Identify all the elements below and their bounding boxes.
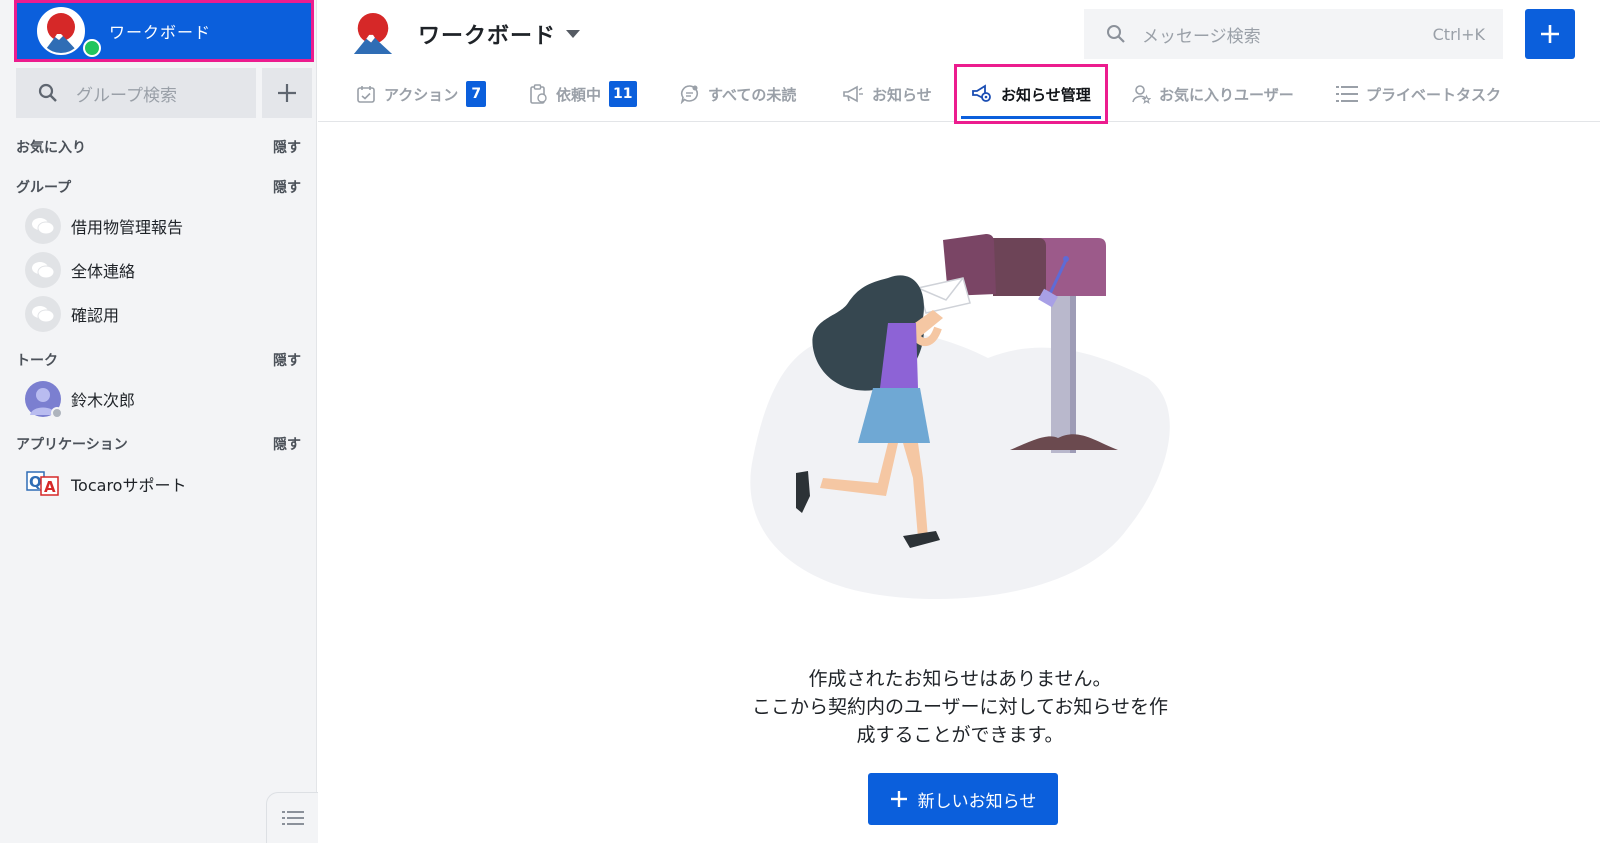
- tab-label: お知らせ管理: [1001, 85, 1091, 104]
- chevron-down-icon: [566, 30, 581, 38]
- user-star-icon: [1132, 85, 1151, 104]
- tab-label: アクション: [384, 85, 459, 104]
- qa-icon: Q A: [26, 471, 59, 496]
- create-new-button[interactable]: [1525, 9, 1575, 59]
- tab-label: プライベートタスク: [1366, 85, 1502, 104]
- chat-bubbles-icon: [32, 218, 55, 235]
- tab-label: お知らせ: [872, 85, 932, 104]
- tab-requesting[interactable]: 依頼中 11: [528, 66, 637, 122]
- empty-state-line: 作成されたお知らせはありません。: [808, 668, 1112, 690]
- talk-section-title: トーク: [16, 353, 58, 369]
- workspace-name: ワークボード: [109, 23, 212, 42]
- tab-announcements[interactable]: お知らせ: [842, 66, 932, 122]
- empty-mailbox-illustration: [750, 234, 1170, 600]
- tab-label: お気に入りユーザー: [1159, 85, 1294, 104]
- groups-hide-link[interactable]: 隠す: [273, 177, 301, 197]
- sidebar-item-label: Tocaroサポート: [71, 476, 187, 495]
- group-search-input[interactable]: グループ検索: [16, 68, 256, 118]
- sidebar-item-group[interactable]: 借用物管理報告: [25, 207, 305, 245]
- megaphone-icon: [843, 85, 863, 103]
- sidebar-list-toggle-button[interactable]: [266, 792, 318, 843]
- svg-text:A: A: [44, 478, 56, 496]
- sidebar-item-label: 借用物管理報告: [71, 218, 184, 237]
- mount-fuji-logo-icon: [43, 13, 79, 53]
- tab-count-badge: 11: [609, 81, 637, 107]
- active-tab-indicator: [961, 116, 1101, 119]
- new-announcement-button[interactable]: 新しいお知らせ: [868, 773, 1058, 825]
- group-avatar: [25, 296, 61, 332]
- message-search-placeholder: メッセージ検索: [1142, 26, 1261, 47]
- svg-text:Q: Q: [29, 473, 42, 491]
- tab-all-unread[interactable]: すべての未読: [680, 66, 796, 122]
- search-shortcut-hint: Ctrl+K: [1432, 24, 1485, 44]
- workspace-switcher[interactable]: ワークボード: [14, 0, 314, 62]
- tab-actions[interactable]: アクション 7: [356, 66, 487, 122]
- tab-count-badge: 7: [466, 81, 487, 107]
- groups-section-title: グループ: [16, 180, 72, 196]
- talk-section-header: トーク 隠す: [16, 350, 301, 370]
- megaphone-gear-icon: [972, 84, 991, 102]
- online-status-dot: [83, 39, 101, 57]
- tab-bar: アクション 7 依頼中 11 すべての未読 お知らせ お知らせ管理 お気に入りユ…: [318, 64, 1600, 124]
- plus-icon: [278, 84, 296, 102]
- group-search-row: グループ検索: [16, 68, 312, 118]
- empty-state-line: 成することができます。: [856, 724, 1064, 746]
- favorites-section-header: お気に入り 隠す: [16, 137, 301, 157]
- chat-bubbles-icon: [32, 306, 55, 323]
- tab-private-tasks[interactable]: プライベートタスク: [1336, 66, 1501, 122]
- message-search-input[interactable]: メッセージ検索 Ctrl+K: [1084, 9, 1503, 59]
- empty-state-line: ここから契約内のユーザーに対してお知らせを作: [751, 696, 1169, 718]
- sidebar-item-label: 鈴木次郎: [71, 391, 136, 410]
- chat-bubble-icon: [680, 85, 699, 104]
- sidebar-item-group[interactable]: 確認用: [25, 295, 305, 333]
- calendar-check-icon: [357, 86, 375, 103]
- sidebar-item-group[interactable]: 全体連絡: [25, 251, 305, 289]
- group-avatar: [25, 252, 61, 288]
- groups-section-header: グループ 隠す: [16, 177, 301, 197]
- favorites-hide-link[interactable]: 隠す: [273, 137, 301, 157]
- add-group-button[interactable]: [262, 68, 312, 118]
- apps-hide-link[interactable]: 隠す: [273, 434, 301, 454]
- apps-section-title: アプリケーション: [16, 437, 128, 453]
- group-search-placeholder: グループ検索: [76, 85, 177, 106]
- sidebar-item-app[interactable]: Q A Tocaroサポート: [25, 465, 305, 503]
- list-icon: [281, 811, 304, 825]
- search-icon: [38, 83, 57, 102]
- mount-fuji-logo-icon: [353, 12, 393, 54]
- sidebar-item-label: 確認用: [71, 306, 120, 325]
- apps-section-header: アプリケーション 隠す: [16, 434, 301, 454]
- sidebar-item-label: 全体連絡: [71, 262, 136, 281]
- clipboard-icon: [530, 84, 547, 104]
- plus-icon: [1541, 25, 1559, 43]
- group-avatar: [25, 208, 61, 244]
- board-title-dropdown[interactable]: ワークボード: [418, 18, 581, 50]
- user-avatar: [25, 381, 63, 419]
- tab-label: 依頼中: [556, 85, 602, 104]
- board-title: ワークボード: [418, 24, 557, 49]
- new-announcement-label: 新しいお知らせ: [917, 791, 1037, 812]
- sidebar-item-user[interactable]: 鈴木次郎: [25, 380, 305, 419]
- talk-hide-link[interactable]: 隠す: [273, 350, 301, 370]
- search-icon: [1107, 25, 1125, 43]
- plus-icon: [890, 791, 907, 807]
- offline-status-dot: [51, 407, 63, 419]
- tab-label: すべての未読: [708, 85, 797, 104]
- workspace-avatar: [37, 7, 85, 55]
- list-icon: [1336, 86, 1358, 102]
- chat-bubbles-icon: [32, 262, 55, 279]
- empty-state-message: 作成されたお知らせはありません。 ここから契約内のユーザーに対してお知らせを作 …: [700, 665, 1220, 749]
- tab-announcement-management[interactable]: お知らせ管理: [954, 64, 1108, 124]
- sidebar: ワークボード グループ検索 お気に入り 隠す グループ 隠す 借用物管理報告 全…: [0, 0, 318, 843]
- tab-favorite-users[interactable]: お気に入りユーザー: [1131, 66, 1294, 122]
- qa-app-icon: Q A: [25, 466, 61, 502]
- favorites-section-title: お気に入り: [16, 140, 86, 156]
